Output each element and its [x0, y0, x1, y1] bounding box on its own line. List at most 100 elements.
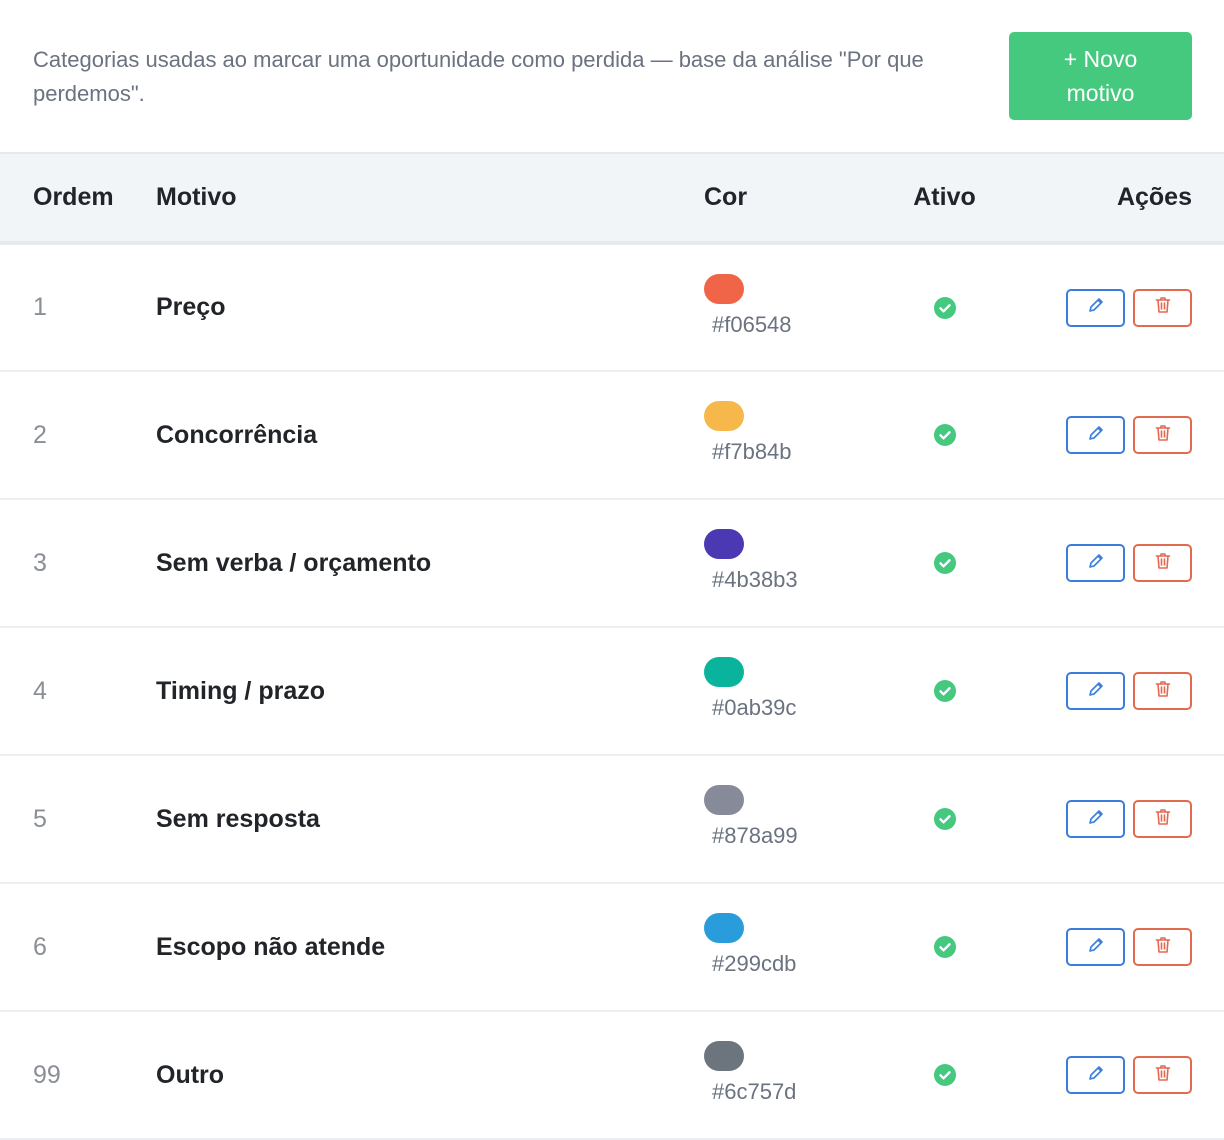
- row-actions: [1066, 544, 1192, 582]
- color-cell: #0ab39c: [704, 627, 867, 755]
- reason-name: Outro: [156, 1060, 225, 1089]
- table-row: 6 Escopo não atende #299cdb: [0, 883, 1224, 1011]
- reason-cell: Outro: [156, 1011, 704, 1139]
- reason-cell: Sem verba / orçamento: [156, 499, 704, 627]
- actions-cell: [1022, 627, 1224, 755]
- reason-cell: Escopo não atende: [156, 883, 704, 1011]
- order-value: 3: [33, 548, 47, 577]
- order-value: 6: [33, 932, 47, 961]
- color-cell: #4b38b3: [704, 499, 867, 627]
- column-header-actions: Ações: [1116, 183, 1192, 211]
- color-swatch: [704, 785, 744, 815]
- order-value: 99: [33, 1060, 61, 1089]
- actions-cell: [1022, 1011, 1224, 1139]
- reason-name: Concorrência: [156, 420, 318, 449]
- delete-button[interactable]: [1133, 544, 1192, 582]
- delete-button[interactable]: [1133, 1056, 1192, 1094]
- reason-cell: Preço: [156, 243, 704, 371]
- color-cell: #299cdb: [704, 883, 867, 1011]
- table-row: 99 Outro #6c757d: [0, 1011, 1224, 1139]
- delete-button[interactable]: [1133, 800, 1192, 838]
- reason-cell: Sem resposta: [156, 755, 704, 883]
- active-cell: [867, 883, 1022, 1011]
- order-value: 2: [33, 420, 47, 449]
- delete-button[interactable]: [1133, 672, 1192, 710]
- color-swatch: [704, 1041, 744, 1071]
- color-hex: #4b38b3: [712, 567, 798, 592]
- pencil-icon: [1086, 935, 1106, 960]
- edit-button[interactable]: [1066, 1056, 1125, 1094]
- table-row: 4 Timing / prazo #0ab39c: [0, 627, 1224, 755]
- edit-button[interactable]: [1066, 288, 1125, 327]
- color-hex: #0ab39c: [712, 695, 797, 720]
- color-cell: #f7b84b: [704, 371, 867, 499]
- pencil-icon: [1086, 679, 1106, 704]
- pencil-icon: [1086, 1063, 1106, 1088]
- reason-cell: Concorrência: [156, 371, 704, 499]
- edit-button[interactable]: [1066, 416, 1125, 454]
- edit-button[interactable]: [1066, 800, 1125, 838]
- table-row: 1 Preço #f06548: [0, 243, 1224, 371]
- column-header-color[interactable]: Cor: [704, 153, 867, 243]
- order-value: 5: [33, 804, 47, 833]
- pencil-icon: [1086, 295, 1106, 320]
- trash-icon: [1153, 807, 1173, 832]
- trash-icon: [1153, 679, 1173, 704]
- color-cell: #f06548: [704, 243, 867, 371]
- trash-icon: [1153, 935, 1173, 960]
- actions-cell: [1022, 499, 1224, 627]
- color-cell: #6c757d: [704, 1011, 867, 1139]
- order-cell: 4: [0, 627, 156, 755]
- reason-name: Timing / prazo: [156, 676, 325, 705]
- color-hex: #299cdb: [712, 951, 797, 976]
- color-swatch: [704, 529, 744, 559]
- reason-cell: Timing / prazo: [156, 627, 704, 755]
- color-swatch: [704, 401, 744, 431]
- order-cell: 3: [0, 499, 156, 627]
- column-header-order[interactable]: Ordem: [0, 153, 156, 243]
- order-cell: 1: [0, 243, 156, 371]
- active-cell: [867, 627, 1022, 755]
- delete-button[interactable]: [1133, 928, 1192, 966]
- active-cell: [867, 371, 1022, 499]
- check-circle-icon: [933, 552, 956, 574]
- color-swatch: [704, 657, 744, 687]
- column-header-reason[interactable]: Motivo: [156, 153, 704, 243]
- active-cell: [867, 243, 1022, 371]
- page-description: Categorias usadas ao marcar uma oportuni…: [33, 47, 924, 106]
- actions-cell: [1022, 883, 1224, 1011]
- order-cell: 6: [0, 883, 156, 1011]
- new-reason-button[interactable]: + Novo motivo: [1009, 32, 1192, 120]
- reason-name: Sem resposta: [156, 804, 320, 833]
- row-actions: [1066, 416, 1192, 454]
- row-actions: [1066, 928, 1192, 966]
- page-header: Categorias usadas ao marcar uma oportuni…: [0, 0, 1224, 152]
- loss-reasons-table: Ordem Motivo Cor Ativo Ações 1 Preço #f0…: [0, 152, 1224, 1140]
- edit-button[interactable]: [1066, 928, 1125, 966]
- reason-name: Escopo não atende: [156, 932, 386, 961]
- color-hex: #878a99: [712, 823, 798, 848]
- reason-name: Sem verba / orçamento: [156, 548, 432, 577]
- column-header-active[interactable]: Ativo: [867, 153, 1022, 243]
- edit-button[interactable]: [1066, 672, 1125, 710]
- row-actions: [1066, 1056, 1192, 1094]
- delete-button[interactable]: [1133, 416, 1192, 454]
- actions-cell: [1022, 755, 1224, 883]
- order-cell: 5: [0, 755, 156, 883]
- color-swatch: [704, 913, 744, 943]
- check-circle-icon: [933, 808, 956, 830]
- table-header-row: Ordem Motivo Cor Ativo Ações: [0, 153, 1224, 243]
- check-circle-icon: [933, 1064, 956, 1086]
- trash-icon: [1153, 551, 1173, 576]
- pencil-icon: [1086, 551, 1106, 576]
- row-actions: [1066, 672, 1192, 710]
- row-actions: [1066, 288, 1192, 327]
- trash-icon: [1153, 1063, 1173, 1088]
- check-circle-icon: [933, 424, 956, 446]
- order-value: 1: [33, 293, 47, 321]
- trash-icon: [1153, 295, 1173, 320]
- table-row: 2 Concorrência #f7b84b: [0, 371, 1224, 499]
- check-circle-icon: [933, 680, 956, 702]
- delete-button[interactable]: [1133, 288, 1192, 327]
- edit-button[interactable]: [1066, 544, 1125, 582]
